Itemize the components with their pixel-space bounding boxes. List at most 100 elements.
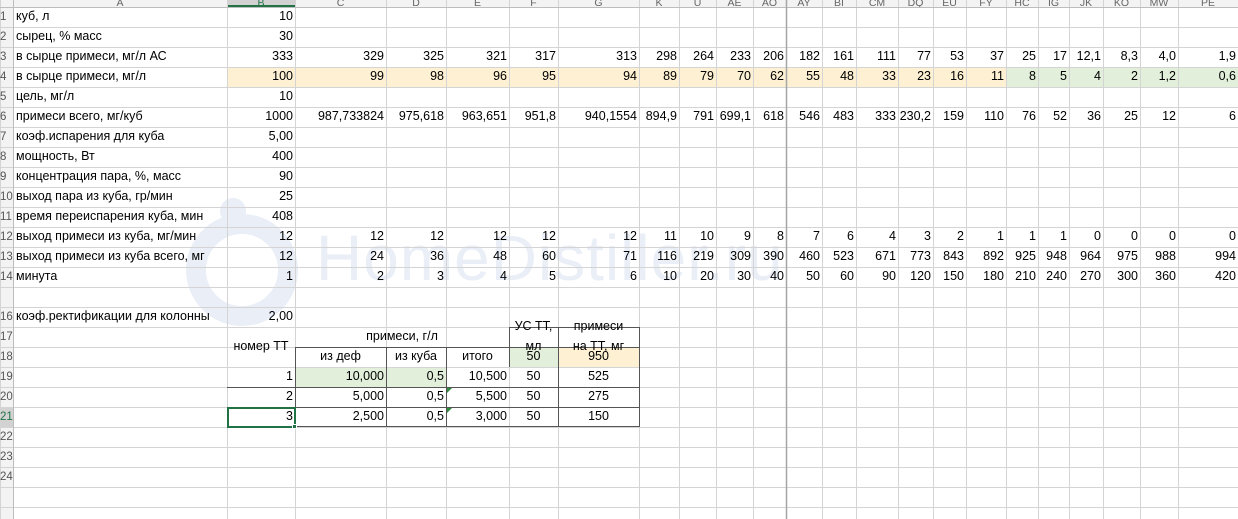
value-cell[interactable]: 230,2 [898,107,933,127]
value-cell[interactable]: 3 [386,267,446,287]
value-cell[interactable]: 110 [966,107,1006,127]
value-cell[interactable]: 55 [786,67,822,87]
value-cell[interactable]: 951,8 [509,107,558,127]
tt-table-cell[interactable]: 10,500 [446,367,509,387]
rectification-label[interactable]: коэф.ректификации для колонны [13,307,227,327]
value-cell[interactable]: 10 [679,227,716,247]
value-cell[interactable]: 1 [1006,227,1038,247]
tt-table-cell[interactable]: 0,5 [386,407,446,427]
value-cell[interactable]: 618 [753,107,786,127]
value-cell[interactable]: 30 [227,27,295,47]
column-header-g[interactable]: G [558,0,639,7]
value-cell[interactable]: 12 [295,227,386,247]
value-cell[interactable]: 4 [1069,67,1103,87]
value-cell[interactable]: 25 [227,187,295,207]
value-cell[interactable]: 333 [856,107,898,127]
value-cell[interactable]: 2 [933,227,966,247]
value-cell[interactable]: 1 [227,267,295,287]
value-cell[interactable]: 11 [966,67,1006,87]
row-label[interactable]: выход примеси из куба всего, мг [13,247,227,267]
tt-table-cell[interactable]: 275 [558,387,639,407]
row-header[interactable]: 21 [0,407,13,427]
row-header[interactable]: 18 [0,347,13,367]
subheader-total[interactable]: итого [446,347,509,367]
column-header-e[interactable]: E [446,0,509,7]
value-cell[interactable]: 111 [856,47,898,67]
tt-table-cell[interactable]: 3,000 [446,407,509,427]
value-cell[interactable]: 37 [966,47,1006,67]
row-header[interactable]: 17 [0,327,13,347]
value-cell[interactable]: 36 [1069,107,1103,127]
row-header[interactable]: 5 [0,87,13,107]
value-cell[interactable]: 240 [1038,267,1069,287]
value-cell[interactable]: 0 [1069,227,1103,247]
row-label[interactable]: выход пара из куба, гр/мин [13,187,227,207]
value-cell[interactable]: 25 [1103,107,1140,127]
tt-table-cell[interactable]: 0,5 [386,367,446,387]
value-cell[interactable]: 1 [966,227,1006,247]
column-header-f[interactable]: F [509,0,558,7]
value-cell[interactable]: 30 [716,267,753,287]
row-header[interactable]: 19 [0,367,13,387]
value-cell[interactable]: 40 [753,267,786,287]
value-cell[interactable]: 460 [786,247,822,267]
value-cell[interactable]: 12 [446,227,509,247]
value-cell[interactable]: 264 [679,47,716,67]
value-cell[interactable]: 10 [227,87,295,107]
value-cell[interactable]: 100 [227,67,295,87]
row-label[interactable]: сырец, % масс [13,27,227,47]
row-header[interactable]: 7 [0,127,13,147]
column-header-jk[interactable]: JK [1069,0,1103,7]
row-label[interactable]: коэф.испарения для куба [13,127,227,147]
tt-table-cell[interactable]: 5,000 [295,387,386,407]
row-label[interactable]: цель, мг/л [13,87,227,107]
value-cell[interactable]: 4 [446,267,509,287]
value-cell[interactable]: 60 [509,247,558,267]
value-cell[interactable]: 12 [386,227,446,247]
tt-table-cell[interactable]: 1 [227,367,295,387]
value-cell[interactable]: 7 [786,227,822,247]
value-cell[interactable]: 4 [856,227,898,247]
row-header[interactable]: 2 [0,27,13,47]
column-header-ao[interactable]: AO [753,0,786,7]
value-cell[interactable]: 5 [509,267,558,287]
row-label[interactable]: куб, л [13,7,227,27]
row-header[interactable]: 3 [0,47,13,67]
rectification-value[interactable]: 2,00 [227,307,295,327]
value-cell[interactable]: 20 [679,267,716,287]
value-cell[interactable]: 773 [898,247,933,267]
value-cell[interactable]: 219 [679,247,716,267]
tt-table-cell[interactable]: 50 [509,367,558,387]
value-cell[interactable]: 0,6 [1178,67,1238,87]
tt-impurity-value[interactable]: 950 [558,347,639,367]
column-header-a[interactable]: A [13,0,227,7]
column-header-ko[interactable]: KO [1103,0,1140,7]
row-label[interactable]: время переиспарения куба, мин [13,207,227,227]
column-header-c[interactable]: C [295,0,386,7]
value-cell[interactable]: 12 [509,227,558,247]
value-cell[interactable]: 408 [227,207,295,227]
value-cell[interactable]: 53 [933,47,966,67]
value-cell[interactable]: 98 [386,67,446,87]
tt-table-cell[interactable]: 3 [227,407,295,427]
value-cell[interactable]: 1 [1038,227,1069,247]
value-cell[interactable]: 12 [558,227,639,247]
tt-table-cell[interactable]: 50 [509,387,558,407]
value-cell[interactable]: 10 [227,7,295,27]
column-header-fy[interactable]: FY [966,0,1006,7]
value-cell[interactable]: 233 [716,47,753,67]
column-header-ig[interactable]: IG [1038,0,1069,7]
value-cell[interactable]: 963,651 [446,107,509,127]
value-cell[interactable]: 4,0 [1140,47,1178,67]
value-cell[interactable]: 420 [1178,267,1238,287]
value-cell[interactable]: 116 [639,247,679,267]
value-cell[interactable]: 313 [558,47,639,67]
value-cell[interactable]: 975,618 [386,107,446,127]
value-cell[interactable]: 309 [716,247,753,267]
value-cell[interactable]: 988 [1140,247,1178,267]
value-cell[interactable]: 987,733824 [295,107,386,127]
value-cell[interactable]: 24 [295,247,386,267]
value-cell[interactable]: 9 [716,227,753,247]
column-header-ae[interactable]: AE [716,0,753,7]
value-cell[interactable]: 89 [639,67,679,87]
